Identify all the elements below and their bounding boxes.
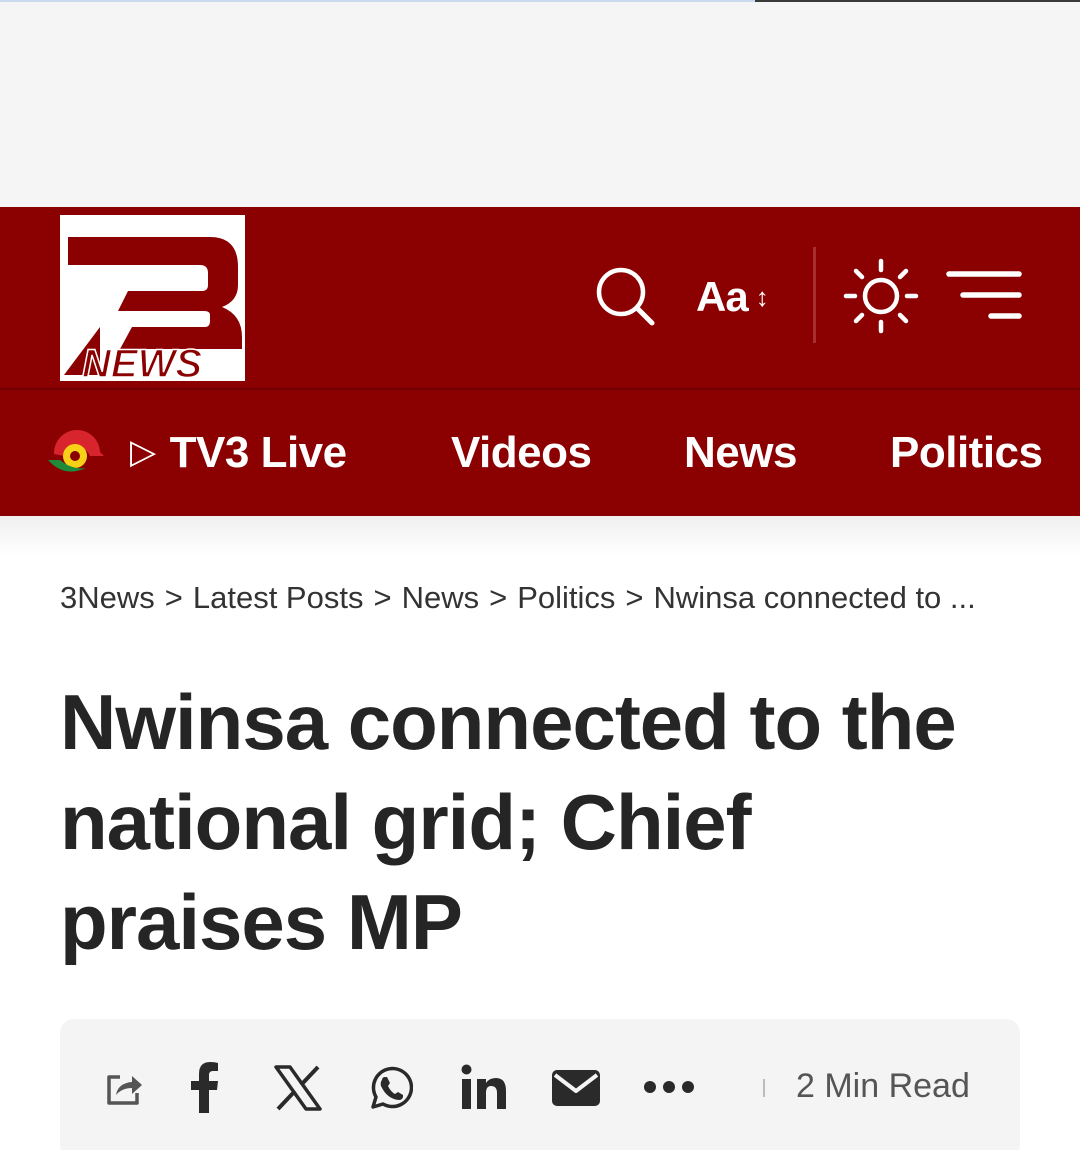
breadcrumb-item-home[interactable]: 3News xyxy=(60,580,155,615)
breadcrumb-item-news[interactable]: News xyxy=(402,580,480,615)
facebook-icon[interactable] xyxy=(188,1061,220,1113)
breadcrumb-separator: > xyxy=(164,580,183,615)
3news-logo[interactable]: NEWS xyxy=(60,215,245,381)
search-icon[interactable] xyxy=(594,265,656,327)
breadcrumb: 3News > Latest Posts > News > Politics > Nwinsa … xyxy=(60,580,976,616)
share-bar: 2 Min Read xyxy=(60,1019,1020,1150)
main-nav: ▷ TV3 Live Videos News Politics xyxy=(0,388,1080,516)
breadcrumb-separator: > xyxy=(625,580,644,615)
sun-icon[interactable] xyxy=(843,258,919,334)
breadcrumb-separator: > xyxy=(373,580,392,615)
breadcrumb-separator: > xyxy=(489,580,508,615)
read-time: 2 Min Read xyxy=(796,1067,970,1105)
nav-item-news[interactable]: News xyxy=(684,428,797,478)
font-size-label: Aa xyxy=(696,273,749,320)
whatsapp-icon[interactable] xyxy=(367,1065,413,1111)
updown-arrow-icon: ↕ xyxy=(755,281,769,312)
x-icon[interactable] xyxy=(274,1065,322,1111)
share-icon[interactable] xyxy=(104,1067,144,1107)
share-divider xyxy=(763,1079,765,1097)
tv3-logo-icon xyxy=(48,430,104,472)
nav-item-politics[interactable]: Politics xyxy=(890,428,1043,478)
linkedin-icon[interactable] xyxy=(460,1063,508,1111)
nav-item-label: TV3 Live xyxy=(169,428,347,477)
logo-wordmark: NEWS xyxy=(82,342,202,381)
top-ad-space xyxy=(0,0,1080,207)
breadcrumb-item-latest-posts[interactable]: Latest Posts xyxy=(193,580,364,615)
site-header: NEWS Aa ↕ xyxy=(0,207,1080,388)
font-size-toggle[interactable]: Aa ↕ xyxy=(696,273,769,321)
article-title: Nwinsa connected to the national grid; C… xyxy=(60,678,957,966)
header-divider xyxy=(813,247,816,343)
header-shadow xyxy=(0,516,1080,556)
loading-line xyxy=(0,0,755,2)
nav-item-videos[interactable]: Videos xyxy=(451,428,592,478)
mail-icon[interactable] xyxy=(551,1069,601,1107)
breadcrumb-current: Nwinsa connected to ... xyxy=(653,580,976,615)
play-icon: ▷ xyxy=(130,433,156,471)
breadcrumb-item-politics[interactable]: Politics xyxy=(517,580,615,615)
loading-line-track xyxy=(755,0,1080,2)
nav-item-tv3-live[interactable]: ▷ TV3 Live xyxy=(130,428,347,478)
hamburger-menu-icon[interactable] xyxy=(945,269,1023,321)
more-icon[interactable] xyxy=(642,1079,696,1095)
